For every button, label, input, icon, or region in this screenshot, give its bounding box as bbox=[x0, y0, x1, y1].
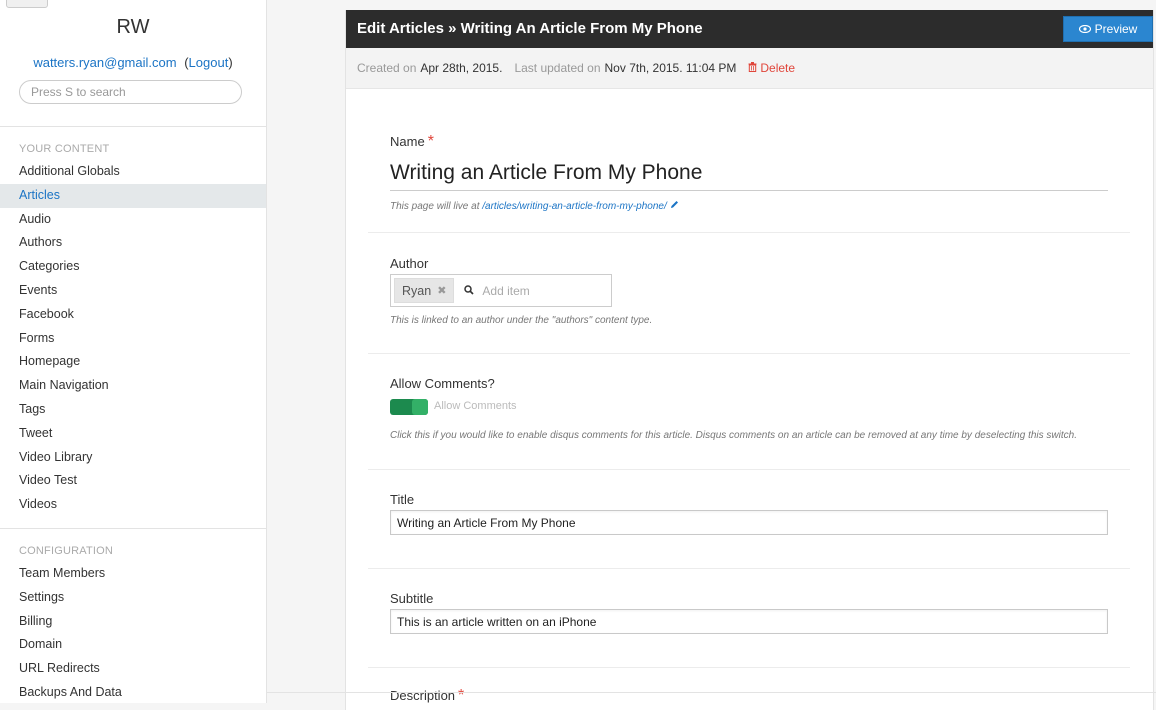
name-label: Name bbox=[390, 134, 425, 149]
field-divider bbox=[368, 469, 1130, 470]
field-divider bbox=[368, 568, 1130, 569]
subtitle-label: Subtitle bbox=[390, 591, 434, 606]
required-mark: * bbox=[427, 133, 434, 150]
remove-tag-icon[interactable]: ✖ bbox=[437, 284, 446, 297]
meta-bar: Created on Apr 28th, 2015. Last updated … bbox=[346, 48, 1153, 89]
trash-icon bbox=[748, 61, 757, 75]
account-email-link[interactable]: watters.ryan@gmail.com bbox=[33, 55, 176, 70]
sidebar-item-video-test[interactable]: Video Test bbox=[0, 469, 266, 493]
description-label-row: Description * bbox=[390, 687, 1108, 705]
delete-label: Delete bbox=[760, 61, 796, 75]
pencil-icon[interactable] bbox=[670, 201, 679, 212]
sidebar-item-events[interactable]: Events bbox=[0, 279, 266, 303]
field-divider bbox=[368, 667, 1130, 668]
sidebar-item-audio[interactable]: Audio bbox=[0, 208, 266, 232]
created-date: Apr 28th, 2015. bbox=[420, 61, 503, 75]
sidebar-item-tweet[interactable]: Tweet bbox=[0, 422, 266, 446]
title-label: Title bbox=[390, 492, 415, 507]
description-label: Description bbox=[390, 688, 456, 703]
author-help: This is linked to an author under the "a… bbox=[390, 315, 653, 326]
sidebar-item-homepage[interactable]: Homepage bbox=[0, 350, 266, 374]
delete-button[interactable]: Delete bbox=[748, 61, 795, 75]
comments-label: Allow Comments? bbox=[390, 376, 495, 391]
edit-panel: Edit Articles » Writing An Article From … bbox=[345, 10, 1154, 710]
created-label: Created on bbox=[357, 61, 417, 75]
sidebar-divider bbox=[0, 528, 266, 529]
sidebar-item-url-redirects[interactable]: URL Redirects bbox=[0, 657, 266, 681]
sidebar-item-forms[interactable]: Forms bbox=[0, 327, 266, 351]
page-title: Edit Articles » Writing An Article From … bbox=[357, 20, 703, 37]
account-info: watters.ryan@gmail.com (Logout) bbox=[0, 55, 266, 70]
sidebar-item-main-navigation[interactable]: Main Navigation bbox=[0, 374, 266, 398]
title-input[interactable] bbox=[390, 510, 1108, 535]
field-divider bbox=[368, 353, 1130, 354]
name-help: This page will live at /articles/writing… bbox=[390, 200, 1108, 212]
configuration-nav: Team Members Settings Billing Domain URL… bbox=[0, 562, 266, 703]
brand-initials: RW bbox=[116, 16, 150, 38]
updated-date: Nov 7th, 2015. 11:04 PM bbox=[604, 61, 737, 75]
configuration-heading: CONFIGURATION bbox=[19, 545, 114, 557]
panel-header: Edit Articles » Writing An Article From … bbox=[346, 10, 1153, 48]
sidebar-item-billing[interactable]: Billing bbox=[0, 610, 266, 634]
content-nav: Additional Globals Articles Audio Author… bbox=[0, 160, 266, 517]
sidebar-item-articles[interactable]: Articles bbox=[0, 183, 266, 208]
subtitle-input[interactable] bbox=[390, 609, 1108, 634]
url-help-prefix: This page will live at bbox=[390, 201, 480, 212]
your-content-heading: YOUR CONTENT bbox=[19, 143, 110, 155]
preview-button[interactable]: Preview bbox=[1063, 16, 1153, 42]
logout-link[interactable]: Logout bbox=[189, 55, 229, 70]
page-url-link[interactable]: /articles/writing-an-article-from-my-pho… bbox=[482, 201, 667, 212]
subtitle-label-row: Subtitle bbox=[390, 590, 1108, 608]
title-label-row: Title bbox=[390, 491, 1108, 509]
allow-comments-toggle-label: Allow Comments bbox=[434, 400, 517, 412]
updated-label: Last updated on bbox=[514, 61, 601, 75]
add-item-placeholder: Add item bbox=[482, 283, 530, 298]
name-input[interactable] bbox=[390, 156, 1108, 191]
author-tag: Ryan ✖ bbox=[394, 278, 455, 303]
author-tag-label: Ryan bbox=[402, 283, 432, 298]
name-label-row: Name * bbox=[390, 133, 1108, 151]
sidebar-item-tags[interactable]: Tags bbox=[0, 398, 266, 422]
toggle-knob bbox=[412, 399, 428, 415]
sidebar-item-authors[interactable]: Authors bbox=[0, 231, 266, 255]
author-label-row: Author bbox=[390, 255, 1108, 273]
sidebar-item-video-library[interactable]: Video Library bbox=[0, 446, 266, 470]
allow-comments-toggle[interactable] bbox=[390, 399, 428, 415]
sidebar-item-team-members[interactable]: Team Members bbox=[0, 562, 266, 586]
paren-close: ) bbox=[228, 55, 233, 70]
search-input[interactable] bbox=[19, 80, 242, 104]
author-label: Author bbox=[390, 256, 429, 271]
comments-help: Click this if you would like to enable d… bbox=[390, 430, 1077, 441]
add-item-field[interactable]: Add item bbox=[464, 283, 530, 298]
sidebar-item-backups-and-data[interactable]: Backups And Data bbox=[0, 681, 266, 703]
menu-toggle-button[interactable] bbox=[6, 0, 48, 8]
preview-label: Preview bbox=[1094, 22, 1138, 36]
sidebar-item-domain[interactable]: Domain bbox=[0, 633, 266, 657]
search-icon bbox=[464, 284, 475, 298]
field-divider bbox=[368, 232, 1130, 233]
sidebar-item-videos[interactable]: Videos bbox=[0, 493, 266, 517]
sidebar-item-settings[interactable]: Settings bbox=[0, 586, 266, 610]
eye-icon bbox=[1078, 22, 1091, 36]
sidebar: RW watters.ryan@gmail.com (Logout) YOUR … bbox=[0, 0, 267, 703]
author-select[interactable]: Ryan ✖ Add item bbox=[390, 274, 612, 307]
sidebar-item-additional-globals[interactable]: Additional Globals bbox=[0, 160, 266, 184]
comments-label-row: Allow Comments? bbox=[390, 375, 1108, 393]
required-mark: * bbox=[458, 687, 465, 704]
sidebar-item-categories[interactable]: Categories bbox=[0, 255, 266, 279]
footer-divider bbox=[266, 692, 1156, 693]
sidebar-item-facebook[interactable]: Facebook bbox=[0, 303, 266, 327]
sidebar-divider bbox=[0, 126, 266, 127]
